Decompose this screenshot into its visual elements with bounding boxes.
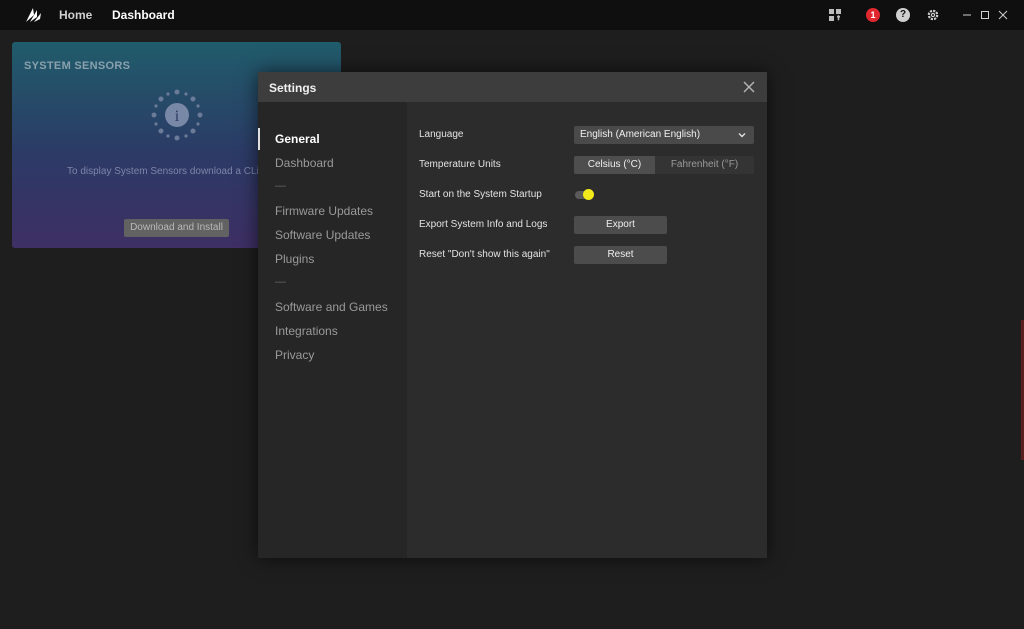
dialog-header: Settings: [258, 72, 767, 102]
sidebar-item-software-and-games[interactable]: Software and Games: [275, 300, 388, 314]
notification-icon[interactable]: 1: [866, 8, 880, 22]
window-close-icon[interactable]: [996, 8, 1010, 22]
nav-home[interactable]: Home: [59, 8, 92, 22]
language-select[interactable]: English (American English): [574, 126, 754, 144]
sidebar-item-dashboard[interactable]: Dashboard: [275, 156, 334, 170]
reset-button[interactable]: Reset: [574, 246, 667, 264]
info-icon: i: [151, 89, 203, 141]
sidebar-item-privacy[interactable]: Privacy: [275, 348, 314, 362]
svg-text:i: i: [175, 108, 180, 125]
reset-label: Reset "Don't show this again": [419, 249, 550, 260]
celsius-option[interactable]: Celsius (°C): [574, 156, 655, 174]
startup-label: Start on the System Startup: [419, 189, 542, 200]
sidebar-item-plugins[interactable]: Plugins: [275, 252, 314, 266]
export-label: Export System Info and Logs: [419, 219, 548, 230]
startup-toggle[interactable]: [575, 189, 594, 200]
sidebar-item-integrations[interactable]: Integrations: [275, 324, 338, 338]
card-title: SYSTEM SENSORS: [24, 60, 131, 72]
maximize-icon[interactable]: [978, 8, 992, 22]
export-button[interactable]: Export: [574, 216, 667, 234]
dialog-title: Settings: [269, 81, 317, 95]
fahrenheit-option[interactable]: Fahrenheit (°F): [655, 156, 754, 174]
sidebar-item-general[interactable]: General: [275, 132, 320, 146]
card-message: To display System Sensors download a CLi…: [67, 166, 270, 177]
download-install-button[interactable]: Download and Install: [124, 219, 229, 237]
gear-icon[interactable]: [926, 8, 940, 22]
minimize-icon[interactable]: [960, 8, 974, 22]
settings-dialog: Settings General Dashboard — Firmware Up…: [258, 72, 767, 558]
grid-icon[interactable]: [828, 8, 842, 22]
close-icon[interactable]: [742, 80, 756, 94]
title-bar: Home Dashboard 1 ?: [0, 0, 1024, 30]
temperature-units-label: Temperature Units: [419, 159, 501, 170]
active-indicator: [258, 128, 260, 150]
help-icon[interactable]: ?: [896, 8, 910, 22]
nav-dashboard[interactable]: Dashboard: [112, 8, 175, 22]
settings-sidebar: General Dashboard — Firmware Updates Sof…: [258, 102, 407, 558]
chevron-down-icon: [738, 133, 746, 138]
language-value: English (American English): [580, 129, 701, 140]
sidebar-item-firmware-updates[interactable]: Firmware Updates: [275, 204, 373, 218]
sidebar-separator: —: [275, 276, 286, 288]
language-label: Language: [419, 129, 464, 140]
toggle-knob: [583, 189, 594, 200]
sidebar-separator: —: [275, 180, 286, 192]
temperature-units-toggle: Celsius (°C) Fahrenheit (°F): [574, 156, 754, 174]
settings-content: Language English (American English) Temp…: [407, 102, 767, 558]
sidebar-item-software-updates[interactable]: Software Updates: [275, 228, 370, 242]
corsair-logo-icon[interactable]: [24, 6, 44, 24]
